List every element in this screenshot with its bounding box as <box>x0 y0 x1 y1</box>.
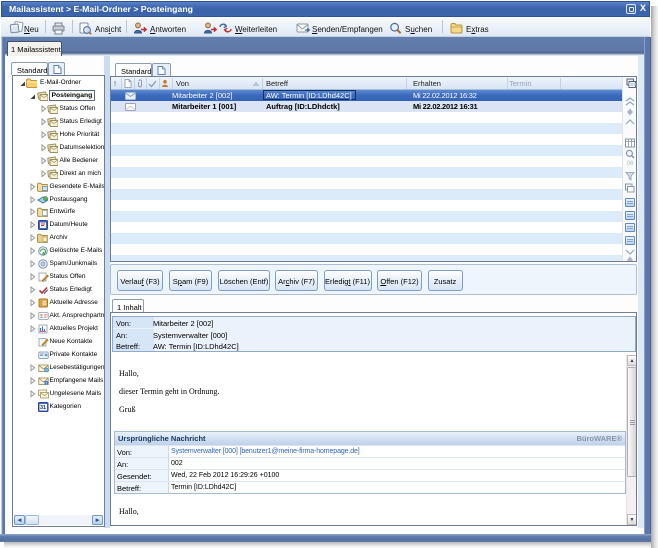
svg-text:31: 31 <box>40 405 46 411</box>
